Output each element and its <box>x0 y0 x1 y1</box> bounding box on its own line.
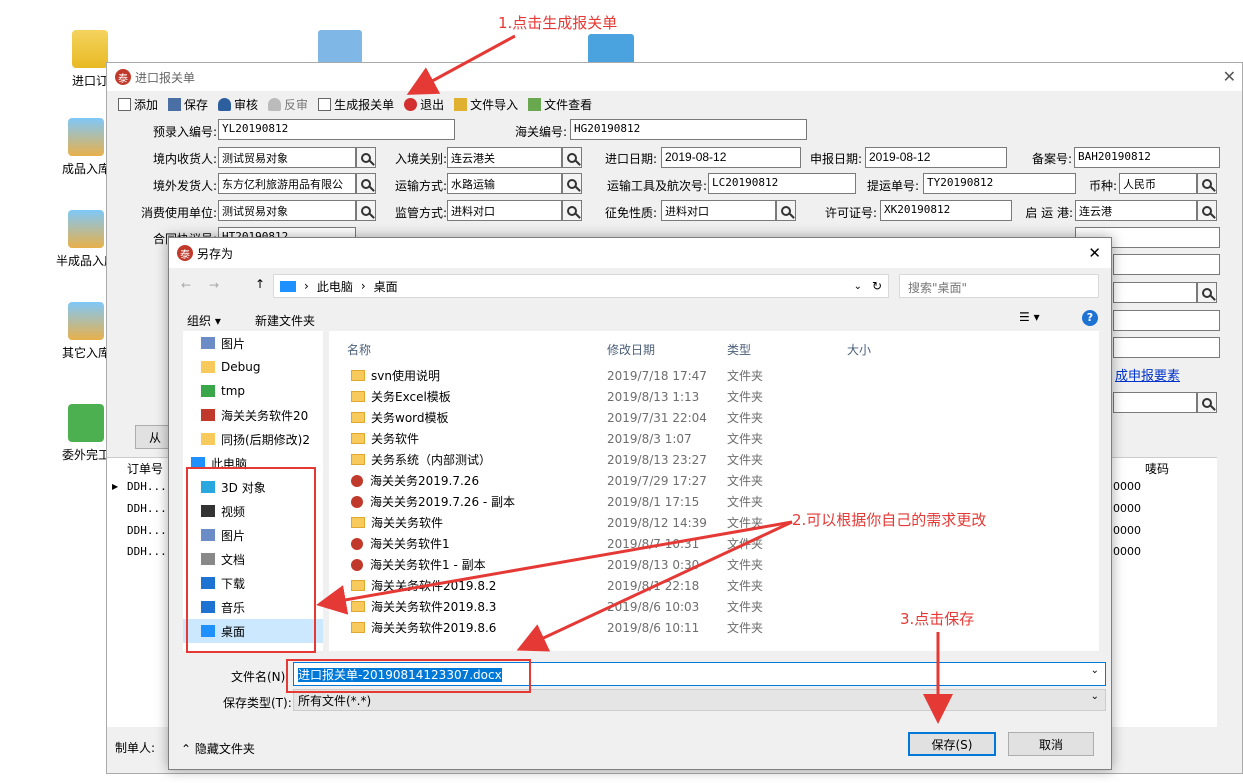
arrow-to-filename <box>516 520 793 652</box>
arrow-to-generate <box>406 34 516 95</box>
arrow-to-nav <box>316 520 793 615</box>
annotation-step1: 1.点击生成报关单 <box>498 14 618 32</box>
annotation-step3: 3.点击保存 <box>900 610 975 628</box>
annotation-arrows <box>316 34 953 724</box>
annotation-step2: 2.可以根据你自己的需求更改 <box>792 511 987 529</box>
